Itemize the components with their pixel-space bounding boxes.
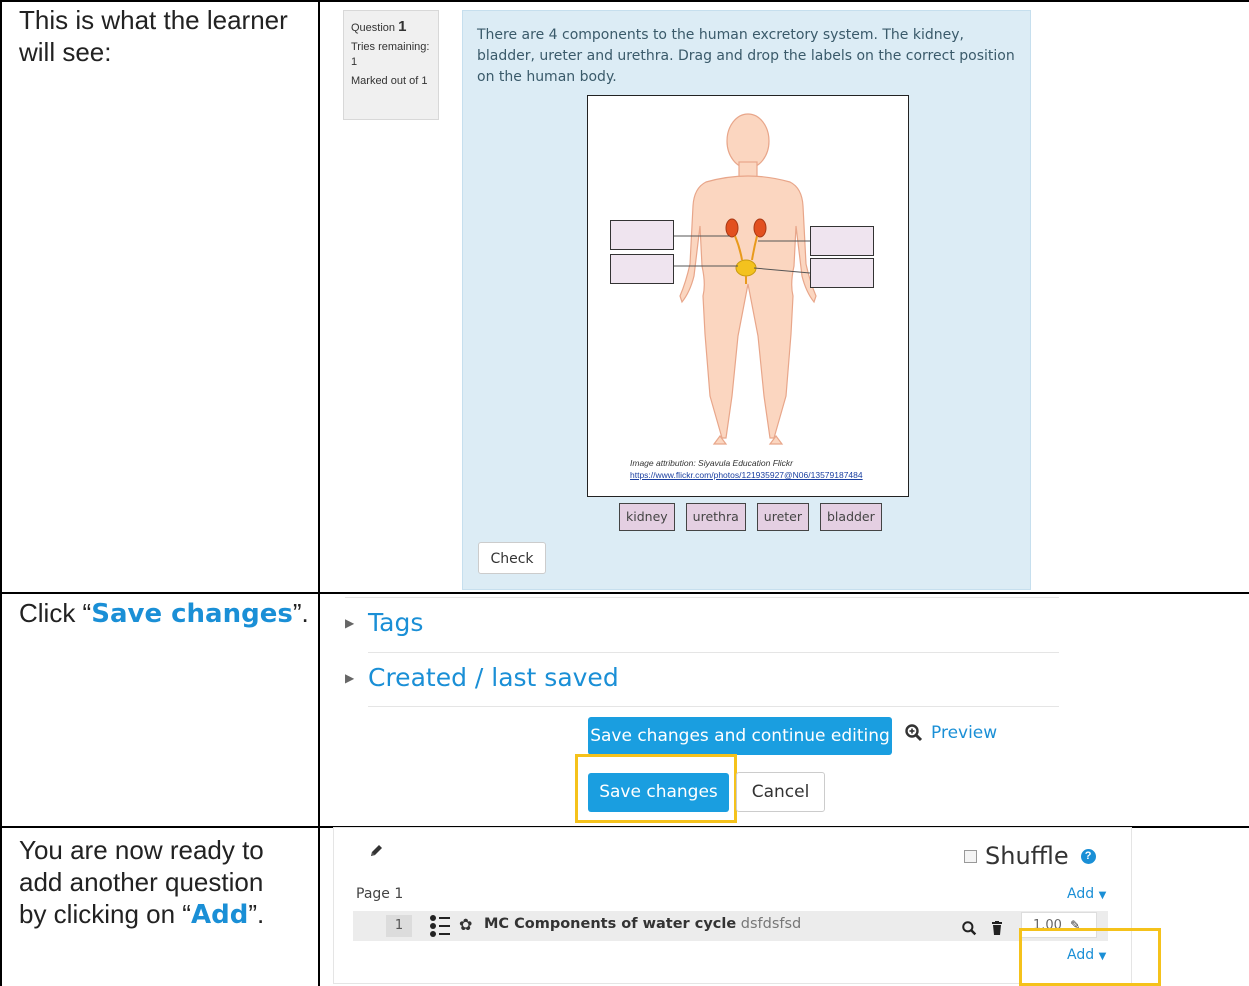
cancel-button[interactable]: Cancel [736, 772, 825, 812]
caret-down-icon: ▼ [1098, 951, 1107, 962]
attribution-link[interactable]: https://www.flickr.com/photos/121935927@… [630, 470, 863, 480]
table-border-top [0, 0, 1249, 2]
instruction-2: Click “Save changes”. [19, 597, 311, 630]
drop-zone-right-bottom[interactable] [810, 258, 874, 288]
add-menu-top[interactable]: Add ▼ [1067, 886, 1106, 902]
column-divider [318, 0, 320, 986]
choice-bladder[interactable]: bladder [820, 503, 882, 531]
section-divider-bottom [368, 706, 1059, 707]
pencil-icon[interactable] [368, 843, 384, 859]
help-icon[interactable]: ? [1080, 848, 1096, 864]
save-changes-button[interactable]: Save changes [588, 773, 729, 812]
zoom-icon [905, 724, 923, 742]
question-title-row[interactable]: MC Components of water cycle dsfdsfsd [484, 916, 801, 932]
add-label: Add [1067, 947, 1095, 963]
drop-zone-left-top[interactable] [610, 220, 674, 250]
shuffle-checkbox[interactable] [964, 849, 977, 863]
choice-urethra[interactable]: urethra [685, 503, 746, 531]
save-continue-button[interactable]: Save changes and continue editing [588, 717, 892, 755]
section-divider-mid [368, 652, 1059, 653]
question-type-icon [430, 915, 450, 937]
preview-link[interactable]: Preview [905, 723, 997, 743]
marked-out-of: Marked out of 1 [351, 75, 428, 87]
drag-choices: kidney urethra ureter bladder [619, 503, 882, 531]
instruction-2-pre: Click “ [19, 598, 92, 628]
add-menu-bottom[interactable]: Add ▼ [1067, 947, 1106, 963]
choice-kidney[interactable]: kidney [619, 503, 675, 531]
tries-remaining: Tries remaining: 1 [351, 41, 430, 68]
preview-question-icon[interactable] [962, 921, 977, 936]
instruction-1: This is what the learner will see: [19, 5, 288, 67]
body-diagram: Image attribution: Siyavula Education Fl… [587, 95, 909, 497]
expand-triangle-icon: ▶ [345, 615, 355, 630]
section-divider-top [345, 597, 1059, 598]
choice-ureter[interactable]: ureter [756, 503, 809, 531]
instruction-3-post: ”. [248, 899, 265, 929]
add-label: Add [1067, 886, 1095, 902]
caret-down-icon: ▼ [1098, 890, 1107, 901]
question-label: Question [351, 22, 396, 34]
shuffle-label: Shuffle [985, 842, 1069, 870]
row-divider-1 [0, 592, 1249, 594]
created-section[interactable]: ▶ Created / last saved [345, 663, 619, 692]
question-info: Question 1 Tries remaining: 1 Marked out… [343, 10, 439, 120]
tags-label: Tags [368, 608, 424, 637]
drop-zone-left-bottom[interactable] [610, 254, 674, 284]
instruction-3-highlight: Add [190, 900, 249, 930]
page-label: Page 1 [356, 886, 404, 902]
question-number: 1 [398, 18, 407, 35]
image-attribution: Image attribution: Siyavula Education Fl… [630, 458, 793, 468]
drop-zone-right-top[interactable] [810, 226, 874, 256]
tags-section[interactable]: ▶ Tags [345, 608, 423, 637]
preview-label: Preview [931, 723, 998, 743]
delete-icon[interactable] [991, 921, 1003, 935]
check-button[interactable]: Check [478, 542, 546, 574]
question-name: MC Components of water cycle [484, 916, 737, 932]
slot-number: 1 [386, 915, 412, 937]
table-border-left [0, 0, 2, 986]
expand-triangle-icon: ▶ [345, 670, 355, 685]
human-body-illustration [644, 113, 817, 445]
created-label: Created / last saved [368, 663, 619, 692]
shuffle-control[interactable]: Shuffle ? [964, 842, 1096, 870]
question-snippet: dsfdsfsd [740, 916, 802, 932]
instruction-2-post: ”. [292, 598, 309, 628]
gear-icon[interactable]: ✿ [459, 915, 472, 935]
question-text: There are 4 components to the human excr… [477, 27, 1015, 85]
question-panel: There are 4 components to the human excr… [462, 10, 1031, 590]
instruction-2-highlight: Save changes [91, 599, 293, 629]
instruction-3: You are now ready to add another questio… [19, 834, 289, 931]
